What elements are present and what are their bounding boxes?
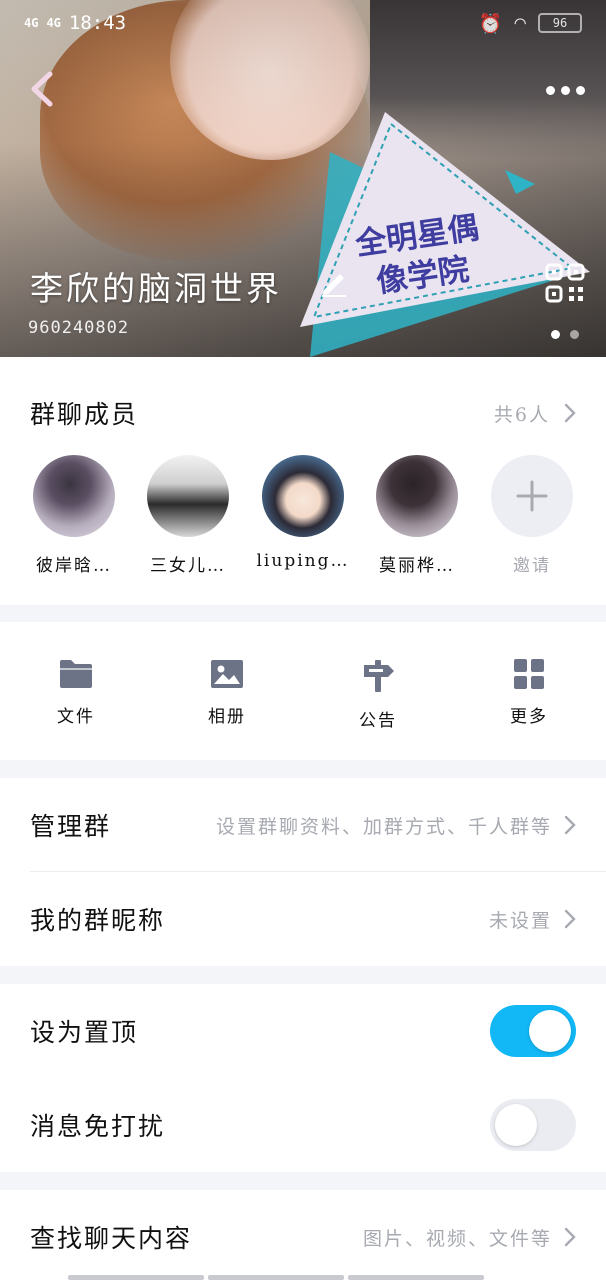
cover-page-indicator bbox=[551, 330, 579, 339]
members-title: 群聊成员 bbox=[30, 400, 139, 429]
tool-files[interactable]: 文件 bbox=[21, 658, 131, 727]
manage-section: 管理群 设置群聊资料、加群方式、千人群等 我的群昵称 未设置 bbox=[0, 778, 606, 966]
group-name[interactable]: 李欣的脑洞世界 bbox=[30, 262, 282, 310]
manage-group-label: 管理群 bbox=[30, 812, 112, 841]
member-avatar bbox=[376, 455, 458, 537]
scroll-hint-bar bbox=[208, 1275, 344, 1280]
do-not-disturb-toggle[interactable] bbox=[490, 1099, 576, 1151]
search-chat-label: 查找聊天内容 bbox=[30, 1224, 193, 1253]
battery-icon: 96 bbox=[538, 13, 582, 33]
folder-icon bbox=[60, 660, 92, 688]
signal-4g-1: 4G bbox=[24, 16, 39, 30]
search-section: 查找聊天内容 图片、视频、文件等 bbox=[0, 1190, 606, 1280]
member-avatar bbox=[147, 455, 229, 537]
bottom-scroll-hint bbox=[68, 1275, 484, 1280]
member-avatar bbox=[33, 455, 115, 537]
pin-top-row: 设为置顶 bbox=[0, 984, 606, 1078]
scroll-hint-bar bbox=[68, 1275, 204, 1280]
member-item[interactable]: liuping… bbox=[248, 455, 358, 571]
member-name: 莫丽桦… bbox=[379, 556, 455, 576]
do-not-disturb-label: 消息免打扰 bbox=[30, 1112, 166, 1141]
tool-album[interactable]: 相册 bbox=[172, 658, 282, 727]
member-name: 彼岸晗… bbox=[36, 556, 112, 576]
toggle-knob bbox=[495, 1104, 537, 1146]
pin-top-toggle[interactable] bbox=[490, 1005, 576, 1057]
wifi-icon: ◠ bbox=[514, 12, 526, 34]
tools-section: 文件 相册 公告 更多 bbox=[0, 622, 606, 760]
toggle-knob bbox=[529, 1010, 571, 1052]
member-item[interactable]: 三女儿… bbox=[133, 455, 243, 576]
toggle-section: 设为置顶 消息免打扰 bbox=[0, 984, 606, 1172]
chevron-right-icon bbox=[564, 909, 576, 929]
tool-more[interactable]: 更多 bbox=[474, 658, 584, 727]
member-item[interactable]: 莫丽桦… bbox=[362, 455, 472, 576]
members-list: 彼岸晗… 三女儿… liuping… 莫丽桦… 邀请 bbox=[0, 455, 606, 585]
member-avatar bbox=[262, 455, 344, 537]
my-nickname-label: 我的群昵称 bbox=[30, 906, 166, 935]
image-icon bbox=[211, 660, 243, 688]
alarm-icon: ⏰ bbox=[478, 12, 503, 35]
chevron-right-icon bbox=[564, 815, 576, 835]
more-options-button[interactable] bbox=[546, 80, 590, 100]
plus-icon bbox=[516, 480, 548, 512]
invite-member-button[interactable]: 邀请 bbox=[477, 455, 587, 576]
member-name: liuping… bbox=[256, 551, 350, 571]
do-not-disturb-row: 消息免打扰 bbox=[0, 1078, 606, 1172]
my-nickname-row[interactable]: 我的群昵称 未设置 bbox=[0, 872, 606, 966]
status-bar: 4G 4G 18:43 ⏰ ◠ 96 bbox=[0, 0, 606, 46]
member-name: 三女儿… bbox=[150, 556, 226, 576]
qr-code-icon[interactable] bbox=[545, 263, 585, 303]
more-dot-icon bbox=[561, 85, 570, 95]
search-chat-row[interactable]: 查找聊天内容 图片、视频、文件等 bbox=[0, 1190, 606, 1280]
members-header[interactable]: 群聊成员 共6人 bbox=[30, 395, 576, 431]
search-chat-hint: 图片、视频、文件等 bbox=[362, 1227, 552, 1250]
members-count: 共6人 bbox=[493, 403, 550, 426]
tool-label: 文件 bbox=[57, 707, 95, 727]
tool-label: 相册 bbox=[208, 707, 246, 727]
manage-group-hint: 设置群聊资料、加群方式、千人群等 bbox=[215, 815, 552, 838]
signal-4g-2: 4G bbox=[46, 16, 61, 30]
page-dot-active bbox=[551, 330, 560, 339]
group-id: 960240802 bbox=[28, 318, 130, 338]
more-dot-icon bbox=[546, 85, 555, 95]
my-nickname-value: 未设置 bbox=[488, 909, 552, 932]
more-dot-icon bbox=[576, 85, 585, 95]
tool-label: 更多 bbox=[510, 707, 548, 727]
status-time: 18:43 bbox=[68, 12, 127, 34]
edit-icon[interactable] bbox=[318, 266, 350, 298]
back-button[interactable] bbox=[22, 66, 62, 112]
member-item[interactable]: 彼岸晗… bbox=[19, 455, 129, 576]
page-dot bbox=[570, 330, 579, 339]
chevron-right-icon bbox=[564, 403, 576, 423]
tool-label: 公告 bbox=[359, 711, 397, 731]
tool-announcement[interactable]: 公告 bbox=[323, 658, 433, 731]
members-section: 群聊成员 共6人 彼岸晗… 三女儿… liuping… 莫丽桦… 邀请 bbox=[0, 357, 606, 605]
manage-group-row[interactable]: 管理群 设置群聊资料、加群方式、千人群等 bbox=[0, 778, 606, 872]
scroll-hint-bar bbox=[348, 1275, 484, 1280]
chevron-right-icon bbox=[564, 1227, 576, 1247]
invite-circle bbox=[491, 455, 573, 537]
invite-label: 邀请 bbox=[513, 556, 551, 576]
grid-icon bbox=[514, 659, 544, 689]
signpost-icon bbox=[364, 660, 394, 692]
pin-top-label: 设为置顶 bbox=[30, 1018, 139, 1047]
